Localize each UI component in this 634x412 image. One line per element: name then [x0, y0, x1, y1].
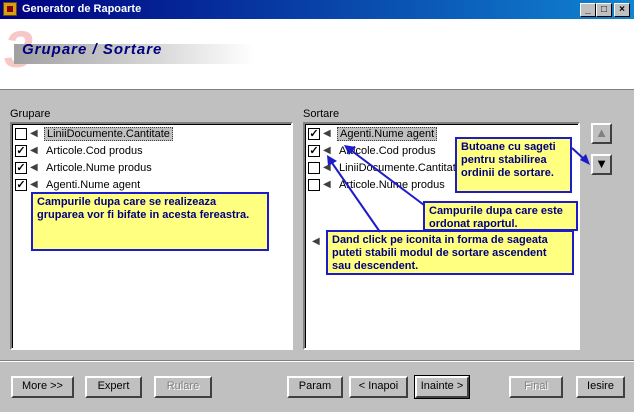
app-icon [3, 2, 17, 16]
checkbox[interactable]: ✓ [15, 145, 27, 157]
item-label: Articole.Nume produs [46, 162, 152, 174]
item-label: Agenti.Nume agent [46, 179, 141, 191]
item-label: LiniiDocumente.Cantitate [339, 162, 462, 174]
minimize-button[interactable]: _ [580, 3, 596, 17]
maximize-button[interactable]: □ [596, 3, 612, 17]
param-button[interactable]: Param [287, 376, 343, 398]
move-down-button[interactable]: ▼ [591, 154, 612, 175]
sort-arrow-icon[interactable]: ◀ [312, 236, 325, 248]
sort-arrow-icon[interactable]: ◀ [323, 145, 336, 157]
arrowhead-butoane [580, 154, 590, 165]
item-label: Articole.Nume produs [339, 179, 445, 191]
sort-arrow-icon[interactable]: ◀ [30, 128, 43, 140]
callout-butoane: Butoane cu sageti pentru stabilirea ordi… [455, 137, 572, 193]
more-button[interactable]: More >> [11, 376, 74, 398]
next-button[interactable]: Inainte > [414, 375, 470, 399]
page-title: Grupare / Sortare [22, 41, 163, 58]
callout-grupare: Campurile dupa care se realizeaza grupar… [31, 192, 269, 251]
move-up-button[interactable]: ▲ [591, 123, 612, 144]
sort-arrow-icon[interactable]: ◀ [30, 162, 43, 174]
close-button[interactable]: × [614, 3, 630, 17]
final-button[interactable]: Final [509, 376, 563, 398]
checkbox[interactable]: ✓ [308, 145, 320, 157]
title-bar: Generator de Rapoarte _ □ × [0, 0, 634, 19]
callout-sortare: Campurile dupa care este ordonat raportu… [423, 201, 578, 231]
checkbox[interactable]: ✓ [308, 128, 320, 140]
item-label: LiniiDocumente.Cantitate [44, 127, 173, 141]
item-label: Agenti.Nume agent [337, 127, 438, 141]
checkbox[interactable] [308, 179, 320, 191]
checkbox[interactable]: ✓ [15, 179, 27, 191]
back-button[interactable]: < Inapoi [349, 376, 408, 398]
rulare-button[interactable]: Rulare [154, 376, 212, 398]
grupare-label: Grupare [10, 108, 51, 120]
sort-arrow-icon[interactable]: ◀ [30, 145, 43, 157]
up-arrow-icon: ▲ [595, 125, 608, 140]
exit-button[interactable]: Iesire [576, 376, 625, 398]
item-label: Articole.Cod produs [339, 145, 436, 157]
checkbox[interactable] [15, 128, 27, 140]
callout-iconita: Dand click pe iconita in forma de sageat… [326, 230, 574, 275]
down-arrow-icon: ▼ [595, 156, 608, 171]
checkbox[interactable]: ✓ [15, 162, 27, 174]
sort-arrow-icon[interactable]: ◀ [323, 128, 336, 140]
item-label: Articole.Cod produs [46, 145, 143, 157]
sortare-label: Sortare [303, 108, 340, 120]
expert-button[interactable]: Expert [85, 376, 142, 398]
wizard-header: 3 Grupare / Sortare [0, 19, 634, 90]
checkbox[interactable] [308, 162, 320, 174]
separator [0, 360, 634, 362]
window-title: Generator de Rapoarte [22, 3, 142, 15]
sort-arrow-icon[interactable]: ◀ [323, 179, 336, 191]
sort-arrow-icon[interactable]: ◀ [323, 162, 336, 174]
sort-arrow-icon[interactable]: ◀ [30, 179, 43, 191]
